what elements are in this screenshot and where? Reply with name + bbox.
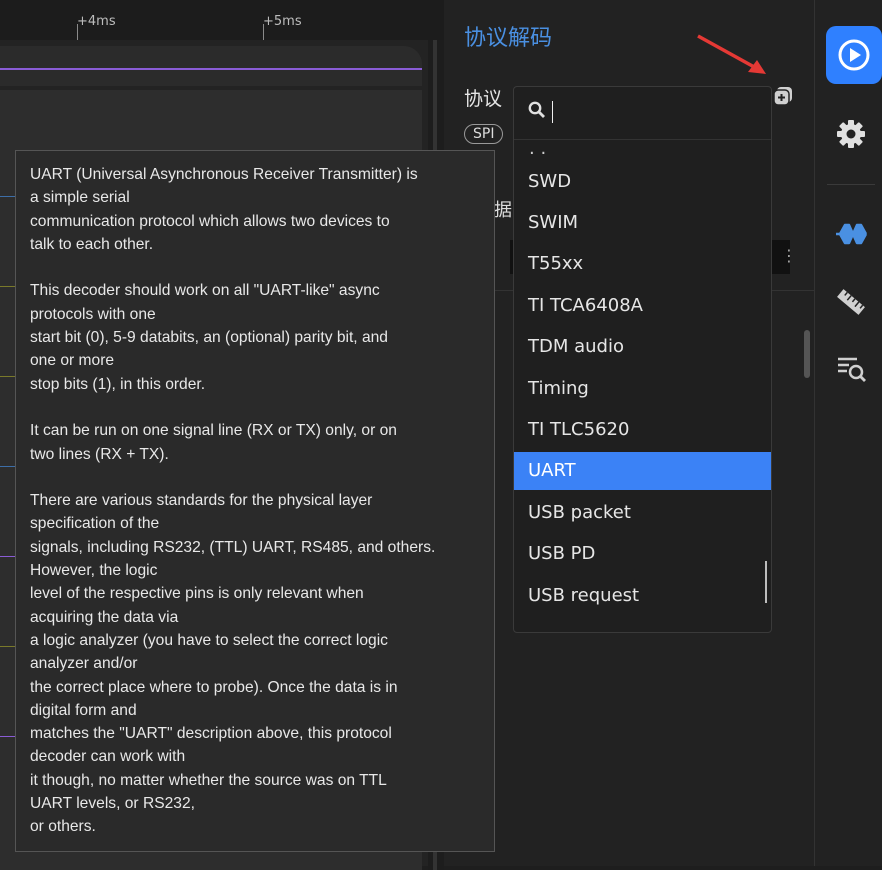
rail-divider xyxy=(827,184,875,185)
list-item[interactable]: USB PD xyxy=(514,535,771,573)
tooltip-text: UART (Universal Asynchronous Receiver Tr… xyxy=(30,166,436,836)
panel-title: 协议解码 xyxy=(464,26,553,51)
signal-mark xyxy=(0,286,16,287)
signal-waveform xyxy=(0,68,422,70)
list-item[interactable]: TI TCA6408A xyxy=(514,287,771,325)
ruler-icon xyxy=(837,289,865,315)
list-item[interactable]: TDM audio xyxy=(514,328,771,366)
list-item-partial[interactable]: · · xyxy=(529,143,546,164)
partial-label: 据 xyxy=(494,200,512,221)
list-item[interactable]: USB request xyxy=(514,577,771,615)
list-item[interactable]: TI TLC5620 xyxy=(514,411,771,449)
signal-mark xyxy=(0,196,16,197)
decoder-button[interactable] xyxy=(835,218,867,250)
ruler-tick-4ms: +4ms xyxy=(77,14,116,29)
search-input[interactable] xyxy=(552,97,756,127)
list-item[interactable]: Timing xyxy=(514,370,771,408)
signal-mark xyxy=(0,646,16,647)
search-list-icon xyxy=(838,357,866,382)
signal-mark xyxy=(0,556,16,557)
signal-mark xyxy=(0,466,16,467)
play-icon xyxy=(838,39,870,71)
gear-icon xyxy=(837,120,865,148)
dropdown-scrollbar[interactable] xyxy=(765,561,767,603)
ruler-tick-line xyxy=(263,24,264,40)
list-item[interactable]: T55xx xyxy=(514,245,771,283)
more-options-icon[interactable]: ⋮ xyxy=(781,246,797,265)
text-caret xyxy=(552,101,553,123)
protocol-decoder-icon xyxy=(836,223,867,245)
list-item[interactable]: USB packet xyxy=(514,494,771,532)
ruler-tick-5ms: +5ms xyxy=(263,14,302,29)
signal-mark xyxy=(0,376,16,377)
protocol-chip-spi[interactable]: SPI xyxy=(464,124,504,144)
search-list-button[interactable] xyxy=(835,352,867,384)
dropdown-search xyxy=(514,87,771,140)
tool-rail xyxy=(814,0,882,866)
time-ruler: +4ms +5ms xyxy=(0,0,444,40)
panel-scrollbar[interactable] xyxy=(804,330,810,378)
add-decoder-icon[interactable] xyxy=(773,86,793,106)
settings-button[interactable] xyxy=(835,118,867,150)
list-item[interactable]: SWD xyxy=(514,163,771,201)
signal-mark xyxy=(0,736,16,737)
arrow-annotation xyxy=(697,34,766,74)
search-icon xyxy=(528,101,545,118)
measure-button[interactable] xyxy=(835,286,867,318)
run-button[interactable] xyxy=(826,26,882,84)
decoder-tooltip: UART (Universal Asynchronous Receiver Tr… xyxy=(15,150,495,852)
protocol-label: 协议 xyxy=(464,88,503,110)
list-item-selected[interactable]: UART xyxy=(514,452,771,490)
ruler-tick-line xyxy=(77,24,78,40)
list-item[interactable]: SWIM xyxy=(514,204,771,242)
protocol-dropdown[interactable]: · · SWD SWIM T55xx TI TCA6408A TDM audio… xyxy=(513,86,772,633)
signal-track[interactable] xyxy=(0,46,422,86)
